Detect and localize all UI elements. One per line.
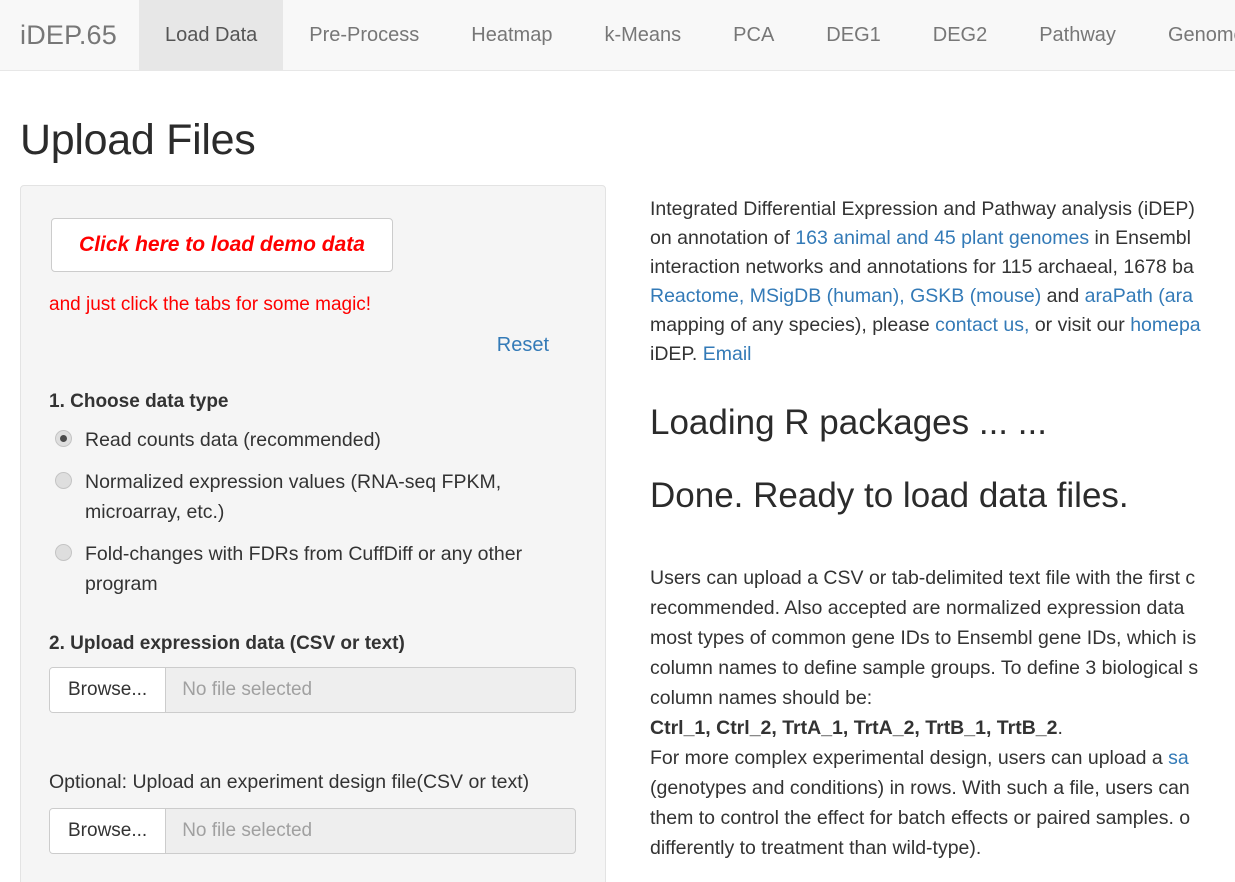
usage-line5: column names should be:	[650, 687, 873, 709]
design-browse-button[interactable]: Browse...	[50, 809, 167, 853]
usage-line10: differently to treatment than wild-type)…	[650, 837, 982, 859]
load-demo-data-button[interactable]: Click here to load demo data	[51, 218, 393, 272]
usage-line3: most types of common gene IDs to Ensembl…	[650, 627, 1197, 649]
radio-icon[interactable]	[55, 472, 72, 489]
radio-option-normalized[interactable]: Normalized expression values (RNA-seq FP…	[49, 467, 585, 527]
optional-design-label: Optional: Upload an experiment design fi…	[49, 771, 530, 793]
reset-link[interactable]: Reset	[497, 334, 549, 356]
data-type-heading: 1. Choose data type	[49, 391, 229, 412]
tab-load-data[interactable]: Load Data	[138, 0, 284, 70]
usage-line8: (genotypes and conditions) in rows. With…	[650, 777, 1190, 799]
tab-deg2[interactable]: DEG2	[907, 0, 1013, 70]
intro-line5-prefix: mapping of any species), please	[650, 314, 936, 336]
content-columns: Click here to load demo data and just cl…	[0, 185, 1235, 882]
radio-option-read-counts[interactable]: Read counts data (recommended)	[49, 425, 585, 455]
upload-form-panel: Click here to load demo data and just cl…	[20, 185, 606, 882]
radio-label: Fold-changes with FDRs from CuffDiff or …	[85, 543, 523, 595]
main-navbar: iDEP.65 Load Data Pre-Process Heatmap k-…	[0, 0, 1235, 71]
usage-line6-tail: .	[1057, 717, 1063, 739]
usage-line7-prefix: For more complex experimental design, us…	[650, 747, 1169, 769]
intro-line4-mid: and	[1041, 285, 1085, 307]
reset-row: Reset	[49, 334, 585, 357]
tab-k-means[interactable]: k-Means	[578, 0, 707, 70]
design-file-name: No file selected	[182, 820, 313, 841]
page-body: Upload Files Click here to load demo dat…	[0, 116, 1235, 882]
intro-line1: Integrated Differential Expression and P…	[650, 198, 1195, 220]
radio-label: Read counts data (recommended)	[85, 429, 381, 451]
info-panel: Integrated Differential Expression and P…	[650, 185, 1235, 863]
radio-icon[interactable]	[55, 430, 72, 447]
demo-note-text: and just click the tabs for some magic!	[49, 294, 372, 315]
status-done-heading: Done. Ready to load data files.	[650, 476, 1129, 515]
app-brand[interactable]: iDEP.65	[0, 0, 139, 70]
intro-paragraph: Integrated Differential Expression and P…	[650, 195, 1235, 369]
status-loading-heading: Loading R packages ... ...	[650, 403, 1047, 442]
sample-design-file-link[interactable]: sa	[1168, 747, 1189, 769]
radio-icon[interactable]	[55, 544, 72, 561]
usage-paragraph: Users can upload a CSV or tab-delimited …	[650, 563, 1235, 863]
homepage-link[interactable]: homepa	[1130, 314, 1200, 336]
intro-line3: interaction networks and annotations for…	[650, 256, 1194, 278]
upload-expression-heading: 2. Upload expression data (CSV or text)	[49, 633, 405, 654]
radio-option-fold-changes[interactable]: Fold-changes with FDRs from CuffDiff or …	[49, 539, 585, 599]
intro-line6-prefix: iDEP.	[650, 343, 703, 365]
tab-pathway[interactable]: Pathway	[1013, 0, 1142, 70]
expression-file-name: No file selected	[182, 679, 313, 700]
design-file-input[interactable]: Browse... No file selected	[49, 808, 576, 854]
page-title: Upload Files	[20, 116, 256, 164]
email-link[interactable]: Email	[703, 343, 752, 365]
expression-browse-button[interactable]: Browse...	[50, 668, 167, 712]
nav-tab-list: Load Data Pre-Process Heatmap k-Means PC…	[138, 0, 1235, 70]
genomes-link[interactable]: 163 animal and 45 plant genomes	[795, 227, 1089, 249]
arapath-link[interactable]: araPath (ara	[1085, 285, 1193, 307]
contact-us-link[interactable]: contact us,	[935, 314, 1029, 336]
intro-line2-suffix: in Ensembl	[1089, 227, 1191, 249]
pathway-databases-link[interactable]: Reactome, MSigDB (human), GSKB (mouse)	[650, 285, 1041, 307]
expression-file-input[interactable]: Browse... No file selected	[49, 667, 576, 713]
usage-line1: Users can upload a CSV or tab-delimited …	[650, 567, 1196, 589]
usage-line9: them to control the effect for batch eff…	[650, 807, 1191, 829]
intro-line2-prefix: on annotation of	[650, 227, 796, 249]
tab-pca[interactable]: PCA	[707, 0, 800, 70]
usage-line4: column names to define sample groups. To…	[650, 657, 1199, 679]
tab-pre-process[interactable]: Pre-Process	[283, 0, 445, 70]
radio-label: Normalized expression values (RNA-seq FP…	[85, 471, 502, 523]
tab-heatmap[interactable]: Heatmap	[445, 0, 578, 70]
tab-deg1[interactable]: DEG1	[800, 0, 906, 70]
intro-line5-mid: or visit our	[1029, 314, 1131, 336]
tab-genome[interactable]: Genome	[1142, 0, 1235, 70]
sample-column-names: Ctrl_1, Ctrl_2, TrtA_1, TrtA_2, TrtB_1, …	[650, 717, 1058, 739]
usage-line2: recommended. Also accepted are normalize…	[650, 597, 1185, 619]
